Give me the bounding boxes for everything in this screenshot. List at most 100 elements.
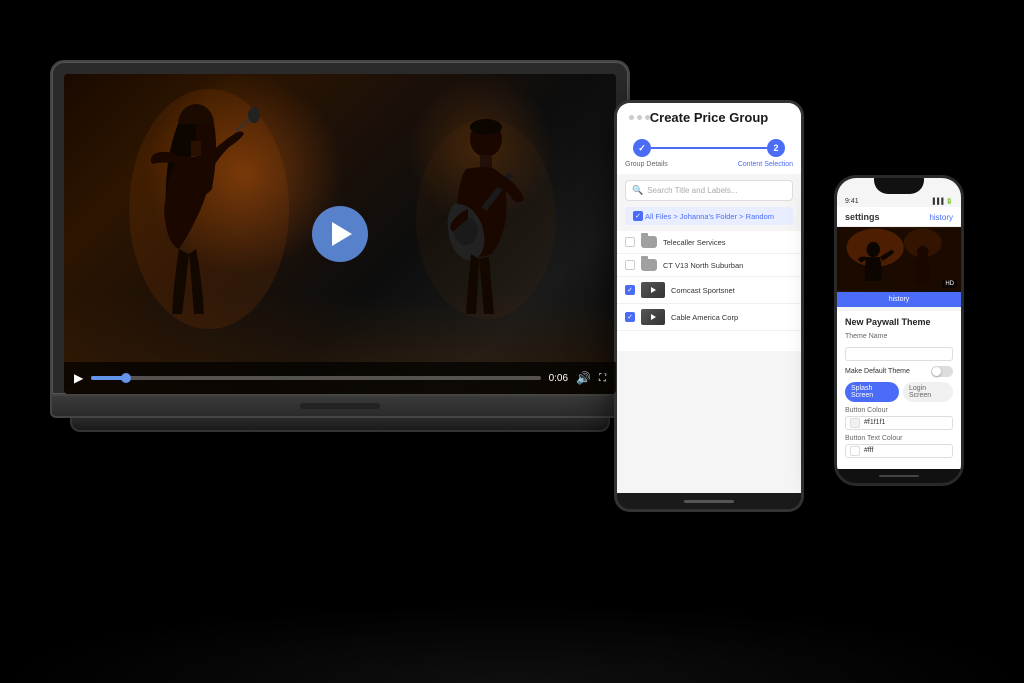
laptop-bottom: [70, 418, 610, 432]
phone-status-icons: ▐▐▐ 🔋: [931, 198, 953, 205]
search-icon: 🔍: [632, 185, 643, 196]
phone-header: settings history: [837, 207, 961, 227]
laptop-hinge: [300, 403, 380, 409]
file-name-4: Cable America Corp: [671, 313, 793, 322]
check-icon: ✓: [635, 212, 641, 220]
laptop-base: [50, 396, 630, 418]
fullscreen-icon[interactable]: ⛶: [599, 373, 606, 384]
folder-icon-2: [641, 259, 657, 271]
play-button[interactable]: [312, 206, 368, 262]
tablet-dot-2: [637, 115, 642, 120]
progress-bar[interactable]: [91, 376, 540, 380]
button-text-colour-label: Button Text Colour: [845, 435, 953, 442]
breadcrumb: ✓ All Files > Johanna's Folder > Random: [625, 207, 793, 225]
theme-name-label: Theme Name: [845, 333, 953, 340]
file-row-2[interactable]: CT V13 North Suburban: [617, 254, 801, 277]
tablet-dot-1: [629, 115, 634, 120]
default-toggle[interactable]: [931, 366, 953, 377]
battery-icon: 🔋: [946, 198, 953, 205]
button-colour-value: #f1f1f1: [864, 419, 885, 426]
phone-notch-area: [837, 178, 961, 196]
tablet-dot-3: [645, 115, 650, 120]
file-checkbox-2[interactable]: [625, 260, 635, 270]
phone-header-title: settings: [845, 212, 880, 222]
default-toggle-row: Make Default Theme: [845, 366, 953, 377]
phone-blue-button[interactable]: history: [889, 296, 910, 303]
play-icon: [332, 222, 352, 246]
phone-home-bar: [879, 475, 919, 477]
folder-icon-1: [641, 236, 657, 248]
scene: ▶ 0:06 🔊 ⛶: [0, 0, 1024, 683]
laptop-video: [64, 74, 616, 394]
tab-splash-screen[interactable]: Splash Screen: [845, 382, 899, 402]
button-colour-box[interactable]: #f1f1f1: [845, 416, 953, 430]
step-labels: Group Details Content Selection: [617, 161, 801, 174]
home-bar: [684, 500, 734, 503]
phone-screen: settings history HD: [837, 207, 961, 469]
ground-shadow: [0, 603, 1024, 683]
singer-silhouette: [124, 79, 294, 339]
tablet: Create Price Group ✓ 2 Group Details Con…: [614, 100, 804, 512]
phone-video-label: HD: [942, 280, 957, 288]
tablet-screen: Create Price Group ✓ 2 Group Details Con…: [617, 103, 801, 493]
signal-icon: ▐▐▐: [931, 199, 944, 205]
button-colour-row: Button Colour #f1f1f1: [845, 407, 953, 430]
tablet-header: Create Price Group: [617, 103, 801, 131]
button-text-colour-value: #fff: [864, 447, 873, 454]
file-checkbox-1[interactable]: [625, 237, 635, 247]
video-thumb-3: [641, 282, 665, 298]
tablet-home-indicator: [617, 493, 801, 509]
phone-section-title: New Paywall Theme: [845, 317, 953, 327]
file-play-icon-3: [651, 287, 656, 293]
button-colour-label: Button Colour: [845, 407, 953, 414]
default-toggle-label: Make Default Theme: [845, 368, 910, 375]
file-checkbox-4[interactable]: ✓: [625, 312, 635, 322]
theme-name-input[interactable]: [845, 347, 953, 361]
file-name-1: Telecaller Services: [663, 238, 793, 247]
guitarist-silhouette: [406, 109, 566, 329]
button-colour-swatch: [850, 418, 860, 428]
volume-icon[interactable]: 🔊: [576, 371, 591, 386]
breadcrumb-checkbox[interactable]: ✓: [633, 211, 643, 221]
tablet-footer-space: [617, 331, 801, 351]
check-3: ✓: [627, 286, 633, 294]
file-row-3[interactable]: ✓ Comcast Sportsnet: [617, 277, 801, 304]
file-row-1[interactable]: Telecaller Services: [617, 231, 801, 254]
step-2-circle: 2: [767, 139, 785, 157]
button-text-colour-box[interactable]: #fff: [845, 444, 953, 458]
check-4: ✓: [627, 313, 633, 321]
phone-time: 9:41: [845, 198, 859, 205]
file-checkbox-3[interactable]: ✓: [625, 285, 635, 295]
progress-dot: [121, 373, 131, 383]
control-play-icon[interactable]: ▶: [74, 371, 83, 386]
progress-fill: [91, 376, 127, 380]
laptop: ▶ 0:06 🔊 ⛶: [50, 60, 630, 432]
file-play-icon-4: [651, 314, 656, 320]
search-placeholder: Search Title and Labels...: [647, 186, 737, 195]
file-row-4[interactable]: ✓ Cable America Corp: [617, 304, 801, 331]
phone-header-btn[interactable]: history: [929, 213, 953, 222]
theme-name-row: Theme Name: [845, 333, 953, 361]
phone-section: New Paywall Theme Theme Name Make Defaul…: [837, 311, 961, 469]
video-time: 0:06: [549, 373, 568, 384]
button-text-colour-row: Button Text Colour #fff: [845, 435, 953, 458]
breadcrumb-text: All Files > Johanna's Folder > Random: [645, 212, 774, 221]
file-name-3: Comcast Sportsnet: [671, 286, 793, 295]
step-1-circle: ✓: [633, 139, 651, 157]
video-controls: ▶ 0:06 🔊 ⛶: [64, 362, 616, 394]
step-2-label: Content Selection: [738, 161, 793, 168]
laptop-screen-outer: ▶ 0:06 🔊 ⛶: [50, 60, 630, 396]
button-text-colour-swatch: [850, 446, 860, 456]
tablet-steps: ✓ 2: [617, 131, 801, 161]
phone-blue-bar: history: [837, 292, 961, 307]
tab-login-screen[interactable]: Login Screen: [903, 382, 953, 402]
phone-tab-row: Splash Screen Login Screen: [845, 382, 953, 402]
phone-notch: [874, 178, 924, 194]
file-name-2: CT V13 North Suburban: [663, 261, 793, 270]
phone-home-indicator: [837, 469, 961, 483]
step-line: [651, 147, 767, 149]
phone-video-preview: HD: [837, 227, 961, 292]
tablet-search[interactable]: 🔍 Search Title and Labels...: [625, 180, 793, 201]
video-thumb-4: [641, 309, 665, 325]
tablet-status-dots: [629, 115, 650, 120]
